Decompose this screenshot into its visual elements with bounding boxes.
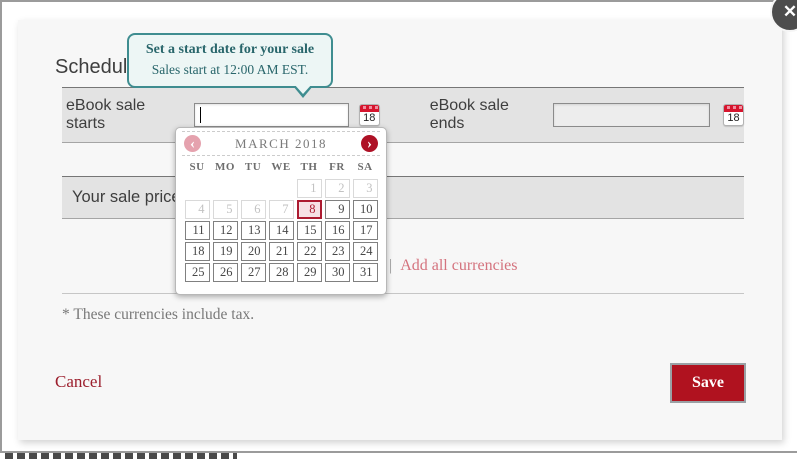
calendar-day-30[interactable]: 30 — [325, 263, 350, 282]
sale-start-input[interactable] — [194, 103, 349, 127]
calendar-icon-binding — [724, 105, 743, 112]
calendar-day-9[interactable]: 9 — [325, 200, 350, 219]
calendar-day-20[interactable]: 20 — [241, 242, 266, 261]
calendar-day-18[interactable]: 18 — [185, 242, 210, 261]
calendar-day-14[interactable]: 14 — [269, 221, 294, 240]
clipped-page-text — [5, 453, 237, 459]
calendar-day-19[interactable]: 19 — [213, 242, 238, 261]
calendar-day-4: 4 — [185, 200, 210, 219]
calendar-day-28[interactable]: 28 — [269, 263, 294, 282]
calendar-day-5: 5 — [213, 200, 238, 219]
close-button[interactable]: ✕ — [770, 0, 797, 32]
sale-prices-row: Your sale prices — [62, 176, 744, 219]
window-border-left — [0, 0, 2, 452]
calendar-day-25[interactable]: 25 — [185, 263, 210, 282]
calendar-next-month-button[interactable]: › — [361, 135, 378, 152]
weekday-label: TH — [295, 161, 323, 173]
calendar-day-23[interactable]: 23 — [325, 242, 350, 261]
date-picker-popup: ‹ MARCH 2018 › SUMOTUWETHFRSA 1234567891… — [175, 127, 387, 295]
calendar-day-1: 1 — [297, 179, 322, 198]
calendar-day-2: 2 — [325, 179, 350, 198]
add-all-currencies-link[interactable]: Add all currencies — [400, 257, 517, 275]
weekday-label: MO — [211, 161, 239, 173]
calendar-day-24[interactable]: 24 — [353, 242, 378, 261]
schedule-sale-modal: Schedule eBook sale starts 18 eBook sale… — [18, 20, 782, 440]
calendar-day-27[interactable]: 27 — [241, 263, 266, 282]
calendar-day-16[interactable]: 16 — [325, 221, 350, 240]
weekday-label: FR — [323, 161, 351, 173]
start-date-tooltip: Set a start date for your sale Sales sta… — [127, 33, 333, 88]
section-heading-schedule: Schedule — [55, 56, 138, 79]
calendar-month-title: MARCH 2018 — [201, 136, 361, 152]
calendar-day-13[interactable]: 13 — [241, 221, 266, 240]
weekday-label: WE — [267, 161, 295, 173]
sale-end-input[interactable] — [553, 103, 710, 127]
calendar-day-6: 6 — [241, 200, 266, 219]
sale-end-label: eBook sale ends — [430, 97, 547, 133]
cancel-link[interactable]: Cancel — [55, 372, 102, 392]
save-button[interactable]: Save — [670, 363, 746, 403]
currency-links-row: | Add all currencies — [389, 257, 517, 275]
tooltip-subtitle: Sales start at 12:00 AM EST. — [135, 62, 325, 78]
calendar-icon[interactable]: 18 — [723, 104, 744, 126]
text-cursor — [200, 107, 201, 123]
calendar-header: ‹ MARCH 2018 › — [180, 132, 382, 155]
section-divider — [62, 293, 744, 294]
calendar-icon-day: 18 — [724, 112, 743, 125]
weekday-label: SU — [183, 161, 211, 173]
sale-prices-heading: Your sale prices — [72, 188, 189, 207]
calendar-day-17[interactable]: 17 — [353, 221, 378, 240]
sale-start-input-wrap — [194, 103, 349, 127]
calendar-day-22[interactable]: 22 — [297, 242, 322, 261]
calendar-icon[interactable]: 18 — [359, 104, 380, 126]
weekday-label: TU — [239, 161, 267, 173]
close-icon: ✕ — [772, 0, 797, 29]
calendar-day-11[interactable]: 11 — [185, 221, 210, 240]
calendar-grid: 1234567891011121314151617181920212223242… — [180, 179, 382, 284]
tax-note: * These currencies include tax. — [62, 306, 254, 324]
calendar-day-31[interactable]: 31 — [353, 263, 378, 282]
calendar-icon-day: 18 — [360, 112, 379, 125]
calendar-weekdays: SUMOTUWETHFRSA — [180, 156, 382, 179]
calendar-day-29[interactable]: 29 — [297, 263, 322, 282]
calendar-day-7: 7 — [269, 200, 294, 219]
calendar-day-8[interactable]: 8 — [297, 200, 322, 219]
window-border-top — [0, 0, 797, 2]
sale-dates-row: eBook sale starts 18 eBook sale ends 18 — [62, 87, 744, 143]
calendar-day-21[interactable]: 21 — [269, 242, 294, 261]
calendar-day-26[interactable]: 26 — [213, 263, 238, 282]
link-separator: | — [389, 257, 392, 275]
calendar-prev-month-button[interactable]: ‹ — [184, 135, 201, 152]
calendar-day-12[interactable]: 12 — [213, 221, 238, 240]
calendar-day-10[interactable]: 10 — [353, 200, 378, 219]
sale-start-label: eBook sale starts — [66, 97, 188, 133]
calendar-day-15[interactable]: 15 — [297, 221, 322, 240]
tooltip-title: Set a start date for your sale — [135, 42, 325, 58]
calendar-icon-binding — [360, 105, 379, 112]
weekday-label: SA — [351, 161, 379, 173]
calendar-day-3: 3 — [353, 179, 378, 198]
